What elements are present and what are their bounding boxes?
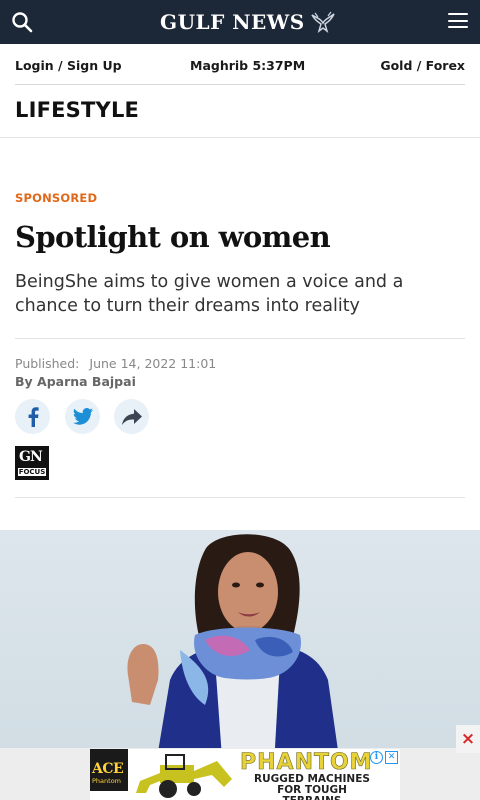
focus-label: FOCUS	[18, 468, 46, 476]
falcon-logo-icon	[311, 11, 335, 33]
advertisement-banner[interactable]: ACE Phantom PHANTOM RUGGED MACHINES FOR …	[90, 749, 400, 800]
facebook-icon	[28, 406, 39, 427]
divider	[15, 338, 465, 339]
article-headline: Spotlight on women	[15, 220, 331, 254]
prayer-time[interactable]: Maghrib 5:37PM	[190, 58, 305, 73]
top-navigation-bar: GULF NEWS	[0, 0, 480, 44]
ad-brand: PHANTOM	[240, 750, 373, 776]
login-signup-link[interactable]: Login / Sign Up	[15, 58, 122, 73]
ace-brand: ACE	[92, 761, 124, 777]
more-share-button[interactable]	[114, 399, 149, 434]
hamburger-menu-icon[interactable]	[448, 13, 468, 31]
divider	[15, 497, 465, 498]
ace-sub: Phantom	[92, 777, 121, 785]
article-standfirst: BeingShe aims to give women a voice and …	[15, 272, 404, 316]
gn-focus-badge[interactable]: GN FOCUS	[15, 446, 49, 480]
published-date: June 14, 2022 11:01	[89, 356, 217, 371]
facebook-share-button[interactable]	[15, 399, 50, 434]
gold-forex-link[interactable]: Gold / Forex	[380, 58, 465, 73]
sponsored-label: SPONSORED	[15, 191, 98, 205]
byline[interactable]: By Aparna Bajpai	[15, 374, 136, 389]
ace-logo: ACE Phantom	[90, 749, 128, 791]
utility-bar: Login / Sign Up Maghrib 5:37PM Gold / Fo…	[15, 44, 465, 85]
published-label: Published:	[15, 356, 80, 371]
ad-close-icon[interactable]: ✕	[385, 751, 398, 764]
gulf-news-logo[interactable]: GULF NEWS	[160, 7, 337, 37]
logo-text: GULF NEWS	[160, 10, 305, 34]
section-divider	[0, 137, 480, 138]
close-ad-button[interactable]: ×	[456, 725, 480, 753]
section-title[interactable]: LIFESTYLE	[15, 98, 139, 122]
twitter-icon	[72, 408, 93, 425]
twitter-share-button[interactable]	[65, 399, 100, 434]
backhoe-loader-image	[136, 754, 232, 798]
published-info: Published: June 14, 2022 11:01	[15, 356, 216, 371]
share-forward-icon	[121, 408, 142, 425]
search-icon[interactable]	[11, 11, 33, 33]
gn-logo-text: GN	[19, 449, 43, 465]
ad-tagline: RUGGED MACHINES FOR TOUGH TERRAINS	[254, 773, 370, 800]
ad-info-icon[interactable]: i	[370, 751, 383, 764]
